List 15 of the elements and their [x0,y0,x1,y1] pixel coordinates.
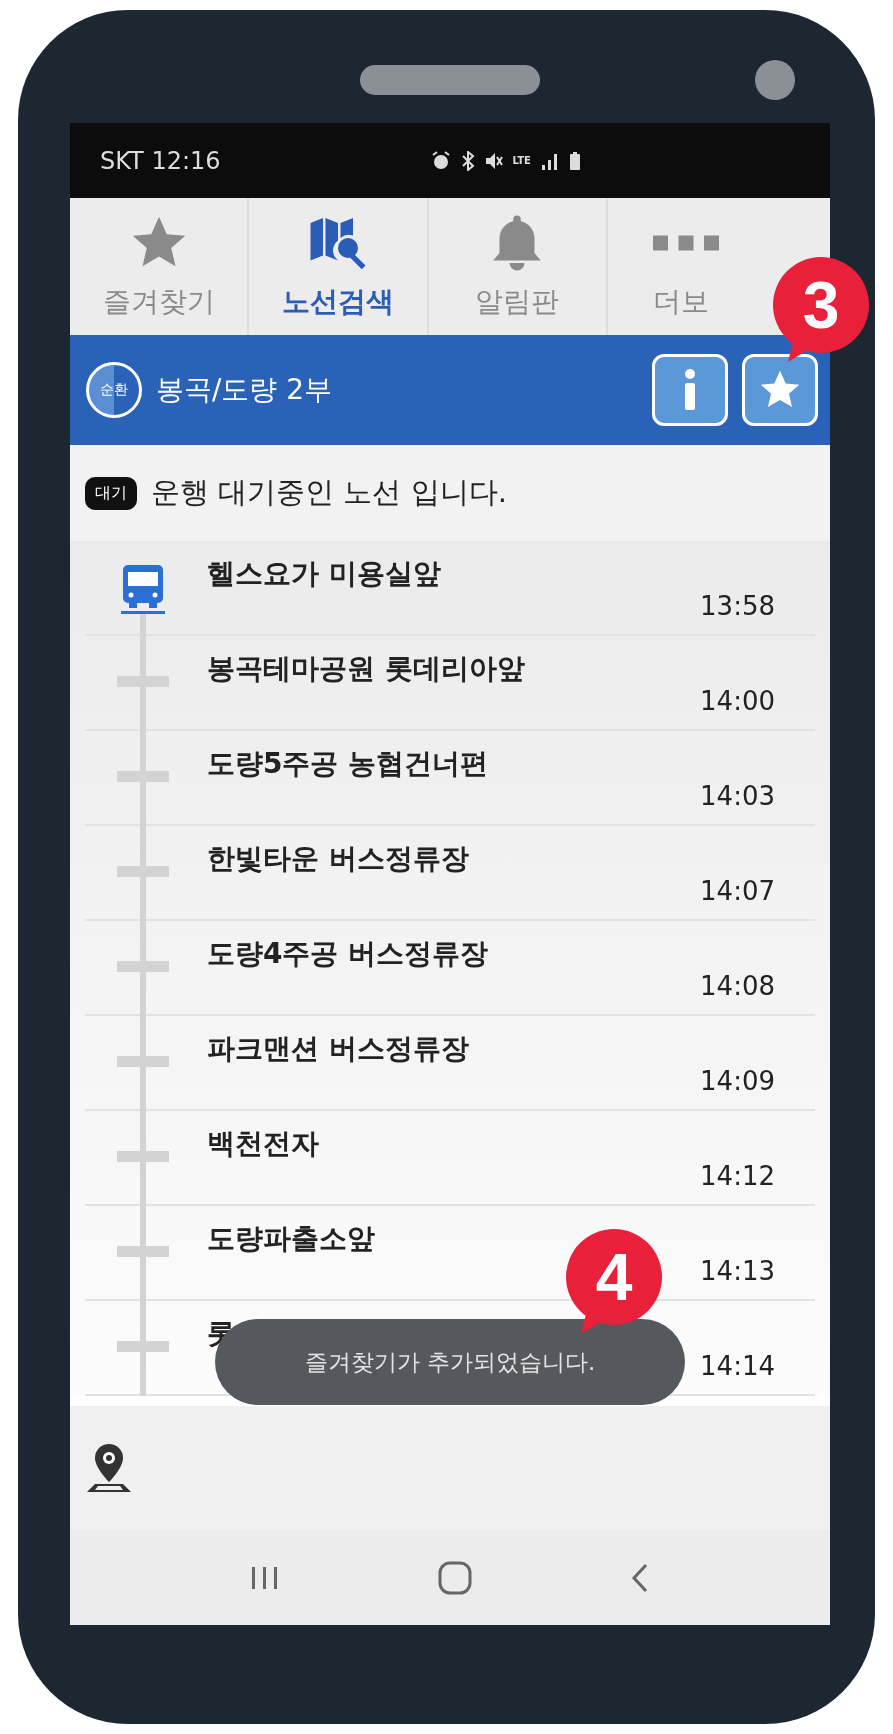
arrival-time: 14:14 [700,1350,775,1383]
arrival-time: 13:58 [700,590,775,623]
arrival-time: 14:03 [700,780,775,813]
carrier-time: SKT 12:16 [100,146,221,175]
network-type: LTE [512,155,531,166]
arrival-time: 14:07 [700,875,775,908]
arrival-time: 14:12 [700,1160,775,1193]
arrival-time: 14:09 [700,1065,775,1098]
arrival-time: 14:13 [700,1255,775,1288]
arrival-time: 14:08 [700,970,775,1003]
arrival-time: 14:00 [700,685,775,718]
notice-text: 운행 대기중인 노선 입니다. [151,474,507,511]
route-name: 봉곡/도량 2부 [156,372,333,408]
route-type-badge: 순환 [86,362,142,418]
status-tag: 대기 [85,476,137,510]
